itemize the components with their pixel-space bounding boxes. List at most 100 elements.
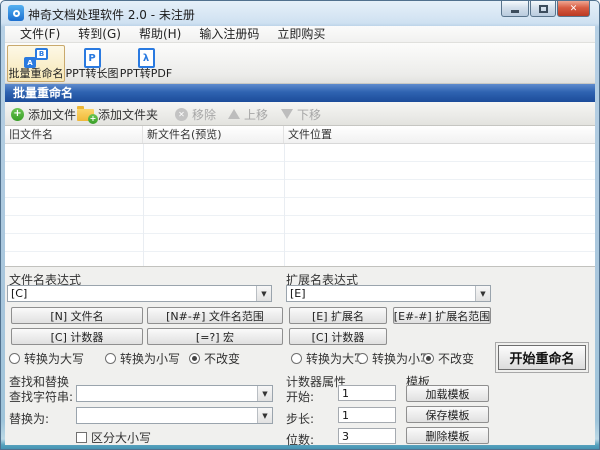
filename-expression-dropdown-button[interactable]: ▼ [256,286,271,301]
move-down-label: 下移 [297,106,321,123]
minimize-button[interactable] [501,1,529,17]
column-divider [284,144,285,266]
checkbox-label: 区分大小写 [91,429,151,446]
filename-expression-input[interactable] [8,286,256,301]
add-folder-label: 添加文件夹 [98,106,158,123]
radio-icon [423,353,434,364]
app-window: 神奇文档处理软件 2.0 - 未注册 ✕ 文件(F) 转到(G) 帮助(H) 输… [0,0,600,450]
counter-start-label: 开始: [286,388,314,405]
delete-template-button[interactable]: 删除模板 [406,427,489,444]
window-content: 文件(F) 转到(G) 帮助(H) 输入注册码 立即购买 B A 批量重命名 P… [5,26,595,443]
toolbar-label: PPT转长图 [66,68,119,80]
chevron-down-icon: ▼ [261,290,266,298]
app-icon [8,5,24,21]
up-arrow-icon [228,109,240,119]
file-table-body[interactable] [5,144,595,266]
radio-icon [105,353,116,364]
find-string-input[interactable] [77,386,257,401]
menu-item-buy-now[interactable]: 立即购买 [268,26,334,42]
save-template-button[interactable]: 保存模板 [406,406,489,423]
radio-icon [189,353,200,364]
column-header-new-filename[interactable]: 新文件名(预览) [143,126,284,143]
replace-with-label: 替换为: [9,410,49,427]
extension-expression-input[interactable] [287,286,475,301]
extension-case-uppercase-radio[interactable]: 转换为大写 [291,350,366,367]
extension-expression-combo: ▼ [286,285,491,302]
counter-step-label: 步长: [286,410,314,427]
chevron-down-icon: ▼ [480,290,485,298]
insert-extension-button[interactable]: [E] 扩展名 [289,307,387,324]
insert-filename-button[interactable]: [N] 文件名 [11,307,143,324]
add-file-icon: + [11,108,24,121]
chevron-down-icon: ▼ [262,390,267,398]
toolbar-button-ppt-to-pdf[interactable]: λ PPT转PDF [120,45,172,82]
insert-macro-button[interactable]: [=?] 宏 [147,328,283,345]
ppt-long-image-icon: P [84,48,101,68]
start-rename-button-frame: 开始重命名 [495,342,589,373]
minimize-icon [511,10,519,13]
column-header-old-filename[interactable]: 旧文件名 [5,126,143,143]
counter-digits-label: 位数: [286,431,314,448]
add-folder-button[interactable]: + 添加文件夹 [77,102,158,126]
start-rename-button[interactable]: 开始重命名 [498,345,586,370]
find-string-dropdown-button[interactable]: ▼ [257,386,272,401]
menu-item-goto[interactable]: 转到(G) [69,26,130,42]
insert-extension-counter-button[interactable]: [C] 计数器 [289,328,387,345]
menu-item-file[interactable]: 文件(F) [11,26,69,42]
filename-case-nochange-radio[interactable]: 不改变 [189,350,240,367]
replace-with-dropdown-button[interactable]: ▼ [257,408,272,423]
radio-label: 不改变 [438,350,474,367]
extension-expression-dropdown-button[interactable]: ▼ [475,286,490,301]
radio-icon [291,353,302,364]
window-controls: ✕ [500,1,590,17]
insert-counter-button[interactable]: [C] 计数器 [11,328,143,345]
menubar: 文件(F) 转到(G) 帮助(H) 输入注册码 立即购买 [5,26,595,43]
radio-label: 转换为小写 [120,350,180,367]
case-sensitive-checkbox[interactable]: 区分大小写 [76,429,151,446]
insert-extension-range-button[interactable]: [E#-#] 扩展名范围 [393,307,491,324]
ppt-pdf-icon: λ [138,48,155,68]
chevron-down-icon: ▼ [262,412,267,420]
down-arrow-icon [281,109,293,119]
move-down-button[interactable]: 下移 [281,102,321,126]
remove-button[interactable]: ✕ 移除 [175,102,216,126]
move-up-label: 上移 [244,106,268,123]
maximize-button[interactable] [530,1,556,17]
column-header-file-location[interactable]: 文件位置 [284,126,595,143]
add-files-button[interactable]: + 添加文件 [11,102,76,126]
close-icon: ✕ [570,4,578,14]
counter-step-input[interactable] [338,407,396,423]
counter-start-input[interactable] [338,385,396,401]
find-string-combo: ▼ [76,385,273,402]
insert-filename-range-button[interactable]: [N#-#] 文件名范围 [147,307,283,324]
find-string-label: 查找字符串: [9,388,73,405]
toolbar-label: 批量重命名 [9,68,64,80]
remove-label: 移除 [192,106,216,123]
section-header: 批量重命名 [5,84,595,102]
move-up-button[interactable]: 上移 [228,102,268,126]
extension-case-lowercase-radio[interactable]: 转换为小写 [357,350,432,367]
window-title: 神奇文档处理软件 2.0 - 未注册 [28,6,195,23]
filename-case-lowercase-radio[interactable]: 转换为小写 [105,350,180,367]
close-button[interactable]: ✕ [557,1,590,17]
replace-with-input[interactable] [77,408,257,423]
file-action-bar: + 添加文件 + 添加文件夹 ✕ 移除 上移 下移 [5,102,595,126]
menu-item-enter-license[interactable]: 输入注册码 [190,26,268,42]
batch-rename-icon: B A [24,48,48,68]
filename-case-uppercase-radio[interactable]: 转换为大写 [9,350,84,367]
column-divider [143,144,144,266]
radio-label: 转换为大写 [24,350,84,367]
toolbar-button-ppt-to-long-image[interactable]: P PPT转长图 [66,45,118,82]
toolbar-button-batch-rename[interactable]: B A 批量重命名 [7,45,65,82]
titlebar[interactable]: 神奇文档处理软件 2.0 - 未注册 ✕ [1,1,599,26]
options-panel: 文件名表达式 ▼ [N] 文件名 [N#-#] 文件名范围 [C] 计数器 [=… [5,266,595,445]
maximize-icon [539,5,548,13]
icon-letter-b: B [35,48,48,60]
counter-digits-input[interactable] [338,428,396,444]
load-template-button[interactable]: 加载模板 [406,385,489,402]
extension-case-nochange-radio[interactable]: 不改变 [423,350,474,367]
checkbox-icon [76,432,87,443]
menu-item-help[interactable]: 帮助(H) [130,26,190,42]
replace-with-combo: ▼ [76,407,273,424]
radio-label: 不改变 [204,350,240,367]
